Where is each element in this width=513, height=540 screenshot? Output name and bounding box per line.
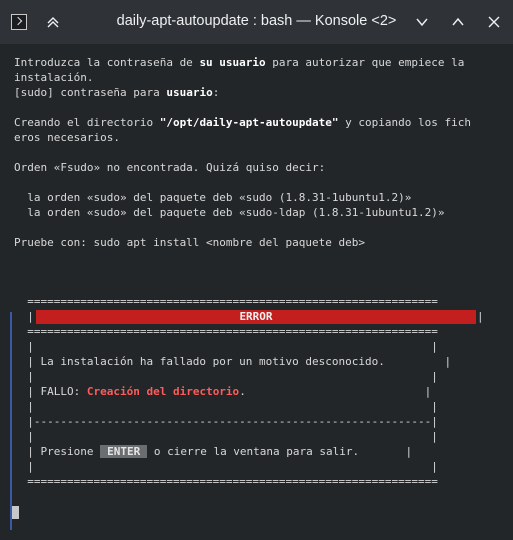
output-line: instalación. — [14, 71, 94, 84]
output-line: Creando el directorio "/opt/daily-apt-au… — [14, 116, 471, 129]
window-left-accent — [10, 312, 12, 530]
output-line: [sudo] contraseña para usuario: — [14, 86, 220, 99]
maximize-icon[interactable] — [449, 13, 467, 31]
enter-key-hint: ENTER — [100, 445, 148, 458]
box-empty-row: | | — [14, 460, 438, 473]
output-line: Orden «Fsudo» no encontrada. Quizá quiso… — [14, 161, 326, 174]
output-line: la orden «sudo» del paquete deb «sudo-ld… — [14, 206, 445, 219]
box-top-border: ========================================… — [14, 295, 438, 308]
close-icon[interactable] — [485, 13, 503, 31]
minimize-icon[interactable] — [413, 13, 431, 31]
box-error-row: | — [14, 310, 34, 323]
titlebar[interactable]: daily-apt-autoupdate : bash — Konsole <2… — [0, 0, 513, 44]
box-dash-separator: |---------------------------------------… — [14, 415, 438, 428]
text-cursor — [12, 506, 19, 519]
output-line: eros necesarios. — [14, 131, 120, 144]
box-empty-row: | | — [14, 400, 438, 413]
press-enter-line: | Presione ENTER o cierre la ventana par… — [14, 445, 413, 458]
terminal-output[interactable]: Introduzca la contraseña de su usuario p… — [10, 44, 503, 530]
fail-line: | FALLO: Creación del directorio. | — [14, 385, 432, 398]
box-separator: ========================================… — [14, 325, 438, 338]
box-bottom-border: ========================================… — [14, 475, 438, 488]
box-empty-row: | | — [14, 340, 438, 353]
box-empty-row: | | — [14, 370, 438, 383]
error-banner: ERROR — [36, 310, 476, 324]
box-border-right: | — [477, 310, 484, 323]
box-empty-row: | | — [14, 430, 438, 443]
error-message: | La instalación ha fallado por un motiv… — [14, 355, 452, 368]
output-line: Introduzca la contraseña de su usuario p… — [14, 56, 465, 69]
output-line: la orden «sudo» del paquete deb «sudo (1… — [14, 191, 412, 204]
konsole-window: daily-apt-autoupdate : bash — Konsole <2… — [0, 0, 513, 540]
output-line: Pruebe con: sudo apt install <nombre del… — [14, 236, 365, 249]
